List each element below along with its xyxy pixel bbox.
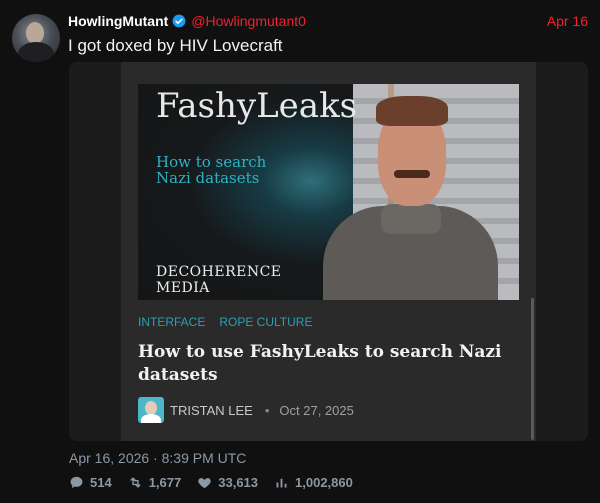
views-stat[interactable]: 1,002,860 (274, 475, 353, 490)
tag-rope-culture[interactable]: ROPE CULTURE (219, 315, 312, 329)
like-count: 33,613 (218, 475, 259, 490)
retweet-count: 1,677 (148, 475, 182, 490)
views-count: 1,002,860 (295, 475, 353, 490)
thumbnail-brand: FashyLeaks (156, 86, 358, 126)
article-tags: INTERFACE ROPE CULTURE (138, 315, 312, 329)
views-bar-icon (276, 478, 287, 488)
retweet-icon (130, 477, 141, 488)
display-name[interactable]: HowlingMutant (68, 13, 168, 29)
person-hair (376, 96, 448, 126)
author-row: TRISTAN LEE • Oct 27, 2025 (138, 397, 354, 423)
tag-interface[interactable]: INTERFACE (138, 315, 205, 329)
media-label-line1: DECOHERENCE (156, 264, 282, 280)
avatar-body (18, 42, 54, 62)
like-stat[interactable]: 33,613 (197, 475, 258, 490)
article-title[interactable]: How to use FashyLeaks to search Nazi dat… (138, 341, 508, 387)
heart-icon (198, 478, 211, 489)
person-mustache (394, 170, 430, 178)
avatar[interactable] (12, 14, 60, 62)
verified-badge-icon (172, 14, 186, 28)
engagement-stats: 514 1,677 33,613 1,002,860 (69, 475, 369, 490)
avatar-head (26, 22, 44, 44)
card-scrollbar[interactable] (531, 298, 534, 440)
reply-count: 514 (90, 475, 112, 490)
tweet-timestamp[interactable]: Apr 16, 2026 · 8:39 PM UTC (69, 450, 246, 466)
reply-stat[interactable]: 514 (69, 475, 112, 490)
user-line: HowlingMutant @Howlingmutant0 (68, 13, 306, 29)
tweet-date[interactable]: Apr 16 (547, 13, 588, 29)
tweet-text: I got doxed by HIV Lovecraft (68, 36, 283, 55)
author-avatar[interactable] (138, 397, 164, 423)
separator-dot: • (264, 402, 270, 418)
article-date: Oct 27, 2025 (279, 402, 354, 418)
retweet-stat[interactable]: 1,677 (128, 475, 182, 490)
author-name[interactable]: TRISTAN LEE (170, 403, 253, 418)
person-collar (381, 204, 441, 234)
thumbnail-media-label: DECOHERENCE MEDIA (156, 264, 282, 296)
article-thumbnail[interactable]: FashyLeaks How to search Nazi datasets D… (138, 84, 519, 300)
thumbnail-subtitle: How to search Nazi datasets (156, 153, 267, 187)
reply-icon (70, 476, 83, 489)
media-label-line2: MEDIA (156, 280, 210, 296)
handle[interactable]: @Howlingmutant0 (191, 13, 306, 29)
